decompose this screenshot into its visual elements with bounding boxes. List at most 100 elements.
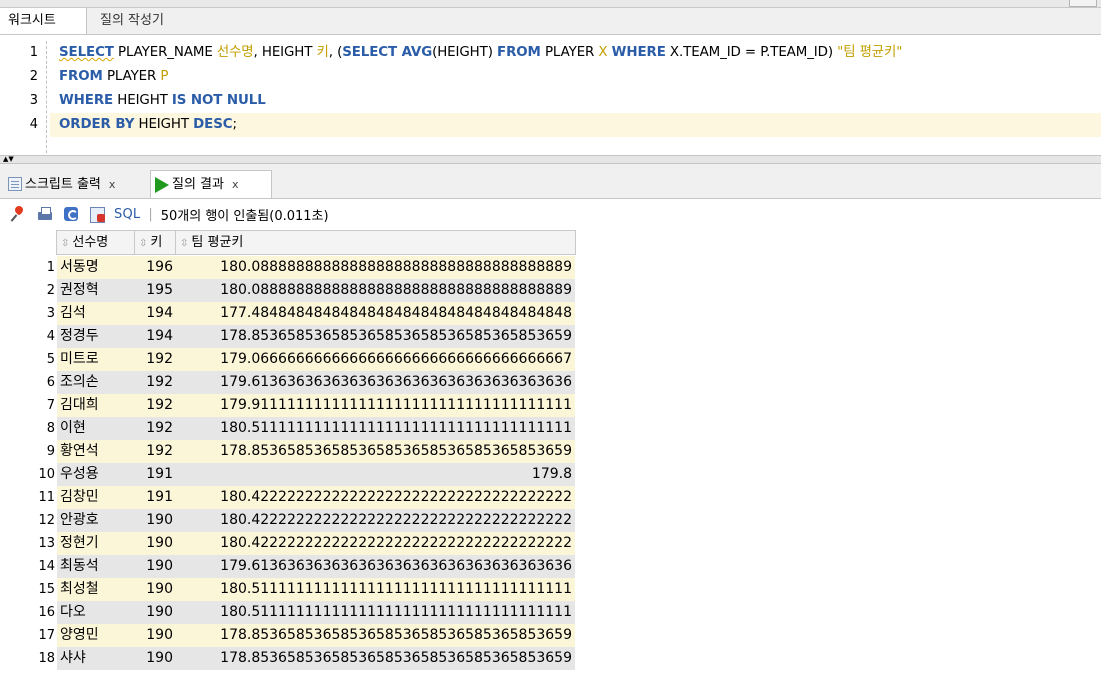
height-cell[interactable]: 194: [135, 325, 175, 348]
height-cell[interactable]: 190: [135, 601, 175, 624]
team-avg-cell[interactable]: 179.066666666666666666666666666666666667: [175, 348, 575, 371]
sql-editor[interactable]: 1 2 3 4 SELECT PLAYER_NAME 선수명, HEIGHT 키…: [0, 35, 1101, 155]
print-icon[interactable]: [36, 205, 54, 223]
team-avg-cell[interactable]: 180.422222222222222222222222222222222222: [175, 532, 575, 555]
player-name-cell[interactable]: 정현기: [57, 532, 135, 555]
team-avg-cell[interactable]: 180.088888888888888888888888888888888889: [175, 279, 575, 302]
table-row[interactable]: 11 김창민 191 180.4222222222222222222222222222…: [0, 486, 575, 509]
team-avg-cell[interactable]: 179.613636363636363636363636363636363636: [175, 555, 575, 578]
team-avg-cell[interactable]: 179.911111111111111111111111111111111111: [175, 394, 575, 417]
team-avg-cell[interactable]: 180.511111111111111111111111111111111111: [175, 417, 575, 440]
tab-query-result[interactable]: 질의 결과 x: [150, 170, 272, 198]
pin-icon[interactable]: [10, 205, 28, 223]
team-avg-cell[interactable]: 180.422222222222222222222222222222222222: [175, 509, 575, 532]
code-line-4[interactable]: ORDER BY HEIGHT DESC;: [50, 113, 1101, 137]
table-row[interactable]: 8 이현 192 180.511111111111111111111111111111…: [0, 417, 575, 440]
player-name-cell[interactable]: 안광호: [57, 509, 135, 532]
export-icon[interactable]: [88, 205, 106, 223]
column-header-height[interactable]: ⇳ 키: [134, 230, 176, 255]
tab-script-output[interactable]: 스크립트 출력 x: [4, 170, 147, 198]
height-cell[interactable]: 190: [135, 555, 175, 578]
table-row[interactable]: 6 조의손 192 179.61363636363636363636363636363…: [0, 371, 575, 394]
team-avg-cell[interactable]: 178.853658536585365853658536585365853659: [175, 440, 575, 463]
player-name-cell[interactable]: 서동명: [57, 256, 135, 279]
editor-splitter[interactable]: ▲▼: [0, 155, 1101, 164]
window-control[interactable]: [1069, 0, 1097, 7]
code-line-1[interactable]: SELECT PLAYER_NAME 선수명, HEIGHT 키, (SELEC…: [59, 41, 902, 65]
table-row[interactable]: 16 다오 190 180.51111111111111111111111111111…: [0, 601, 575, 624]
player-name-cell[interactable]: 양영민: [57, 624, 135, 647]
player-name-cell[interactable]: 조의손: [57, 371, 135, 394]
table-row[interactable]: 18 샤샤 190 178.85365853658536585365853658536…: [0, 647, 575, 670]
team-avg-cell[interactable]: 180.511111111111111111111111111111111111: [175, 601, 575, 624]
column-header-name[interactable]: ⇳ 선수명: [56, 230, 135, 255]
table-row[interactable]: 14 최동석 190 179.6136363636363636363636363636…: [0, 555, 575, 578]
height-cell[interactable]: 192: [135, 394, 175, 417]
player-name-cell[interactable]: 미트로: [57, 348, 135, 371]
height-cell[interactable]: 192: [135, 348, 175, 371]
result-grid[interactable]: ⇳ 선수명 ⇳ 키 ⇳ 팀 평균키 1 서동명 196 180.08888888888888…: [0, 230, 1101, 695]
team-avg-cell[interactable]: 180.511111111111111111111111111111111111: [175, 578, 575, 601]
team-avg-cell[interactable]: 177.484848484848484848484848484848484848: [175, 302, 575, 325]
player-name-cell[interactable]: 이현: [57, 417, 135, 440]
height-cell[interactable]: 191: [135, 486, 175, 509]
height-cell[interactable]: 190: [135, 624, 175, 647]
row-number: 11: [0, 486, 55, 509]
team-avg-cell[interactable]: 178.853658536585365853658536585365853659: [175, 624, 575, 647]
close-icon[interactable]: x: [232, 171, 239, 198]
team-avg-cell[interactable]: 178.853658536585365853658536585365853659: [175, 325, 575, 348]
table-row[interactable]: 7 김대희 192 179.91111111111111111111111111111…: [0, 394, 575, 417]
player-name-cell[interactable]: 김석: [57, 302, 135, 325]
team-avg-cell[interactable]: 178.853658536585365853658536585365853659: [175, 647, 575, 670]
refresh-icon[interactable]: [62, 205, 80, 223]
code-line-2[interactable]: FROM PLAYER P: [59, 65, 168, 89]
table-row[interactable]: 13 정현기 190 180.4222222222222222222222222222…: [0, 532, 575, 555]
height-cell[interactable]: 191: [135, 463, 175, 486]
sql-button[interactable]: SQL: [114, 207, 140, 222]
player-name-cell[interactable]: 황연석: [57, 440, 135, 463]
row-number: 1: [0, 256, 55, 279]
code-token: ORDER BY: [59, 117, 135, 132]
height-cell[interactable]: 194: [135, 302, 175, 325]
player-name-cell[interactable]: 샤샤: [57, 647, 135, 670]
table-row[interactable]: 4 정경두 194 178.85365853658536585365853658536…: [0, 325, 575, 348]
height-cell[interactable]: 192: [135, 371, 175, 394]
height-cell[interactable]: 196: [135, 256, 175, 279]
player-name-cell[interactable]: 최성철: [57, 578, 135, 601]
splitter-arrows-icon[interactable]: ▲▼: [3, 156, 14, 163]
table-row[interactable]: 1 서동명 196 180.08888888888888888888888888888…: [0, 256, 575, 279]
player-name-cell[interactable]: 김창민: [57, 486, 135, 509]
height-cell[interactable]: 195: [135, 279, 175, 302]
tab-query-builder[interactable]: 질의 작성기: [92, 8, 172, 34]
player-name-cell[interactable]: 우성용: [57, 463, 135, 486]
height-cell[interactable]: 190: [135, 578, 175, 601]
table-row[interactable]: 3 김석 194 177.484848484848484848484848484848…: [0, 302, 575, 325]
player-name-cell[interactable]: 김대희: [57, 394, 135, 417]
player-name-cell[interactable]: 권정혁: [57, 279, 135, 302]
column-header-team-avg[interactable]: ⇳ 팀 평균키: [175, 230, 576, 255]
height-cell[interactable]: 192: [135, 417, 175, 440]
table-row[interactable]: 17 양영민 190 178.8536585365853658536585365853…: [0, 624, 575, 647]
table-row[interactable]: 9 황연석 192 178.85365853658536585365853658536…: [0, 440, 575, 463]
close-icon[interactable]: x: [109, 171, 116, 198]
code-line-3[interactable]: WHERE HEIGHT IS NOT NULL: [59, 89, 266, 113]
team-avg-cell[interactable]: 180.088888888888888888888888888888888889: [175, 256, 575, 279]
height-cell[interactable]: 190: [135, 509, 175, 532]
table-row[interactable]: 15 최성철 190 180.5111111111111111111111111111…: [0, 578, 575, 601]
height-cell[interactable]: 190: [135, 532, 175, 555]
sort-icon: ⇳: [180, 238, 189, 249]
row-number: 2: [0, 279, 55, 302]
team-avg-cell[interactable]: 179.8: [175, 463, 575, 486]
tab-worksheet[interactable]: 워크시트: [0, 8, 87, 34]
team-avg-cell[interactable]: 180.422222222222222222222222222222222222: [175, 486, 575, 509]
team-avg-cell[interactable]: 179.613636363636363636363636363636363636: [175, 371, 575, 394]
table-row[interactable]: 12 안광호 190 180.4222222222222222222222222222…: [0, 509, 575, 532]
table-row[interactable]: 5 미트로 192 179.06666666666666666666666666666…: [0, 348, 575, 371]
height-cell[interactable]: 190: [135, 647, 175, 670]
table-row[interactable]: 10 우성용 191 179.8: [0, 463, 575, 486]
table-row[interactable]: 2 권정혁 195 180.08888888888888888888888888888…: [0, 279, 575, 302]
player-name-cell[interactable]: 최동석: [57, 555, 135, 578]
height-cell[interactable]: 192: [135, 440, 175, 463]
player-name-cell[interactable]: 정경두: [57, 325, 135, 348]
player-name-cell[interactable]: 다오: [57, 601, 135, 624]
